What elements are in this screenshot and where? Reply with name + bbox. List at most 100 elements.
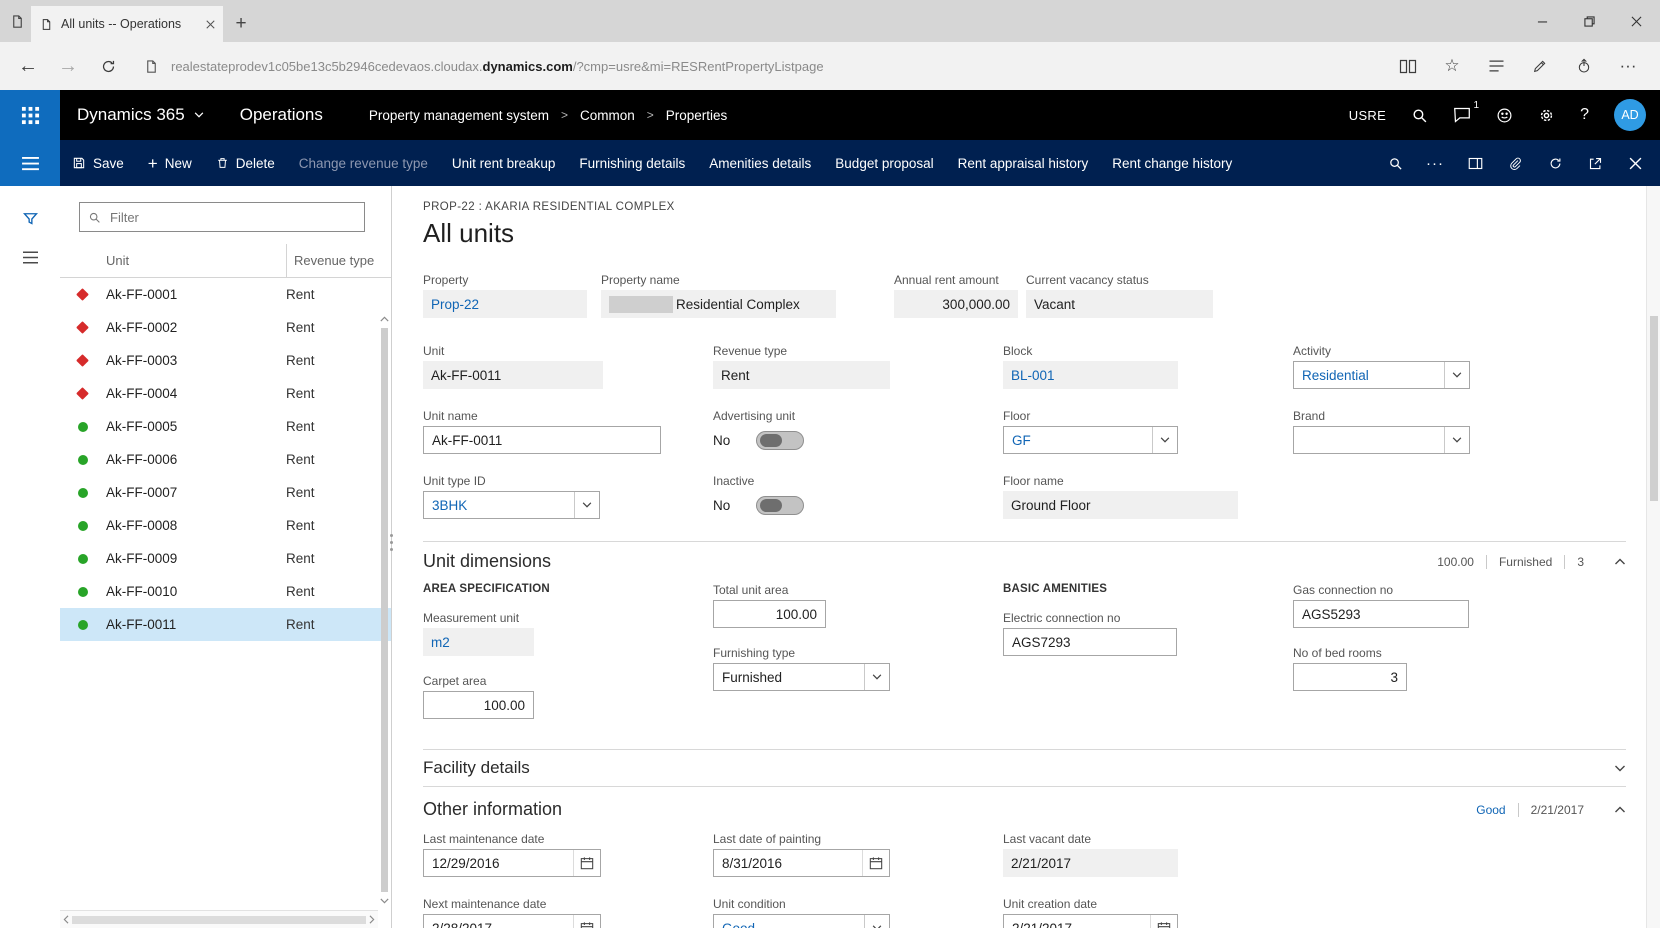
calendar-icon[interactable]	[1150, 915, 1177, 928]
hub-icon[interactable]	[1476, 48, 1516, 84]
chevron-down-icon[interactable]	[864, 664, 889, 690]
section-facility-details-header[interactable]: Facility details	[423, 749, 1626, 787]
total-unit-area-input[interactable]	[713, 600, 826, 628]
task-pane-icon[interactable]	[1458, 146, 1492, 180]
refresh-icon[interactable]	[1538, 146, 1572, 180]
unit-list-row[interactable]: Ak-FF-0004Rent	[60, 377, 391, 410]
chevron-down-icon[interactable]	[574, 492, 599, 518]
column-header-unit[interactable]: Unit	[78, 244, 286, 277]
rent-appraisal-history-button[interactable]: Rent appraisal history	[946, 140, 1101, 186]
chevron-down-icon[interactable]	[864, 915, 889, 928]
forward-button[interactable]: →	[50, 48, 86, 84]
floor-select[interactable]: GF	[1003, 426, 1178, 454]
unit-list-row[interactable]: Ak-FF-0005Rent	[60, 410, 391, 443]
close-button[interactable]	[1613, 0, 1660, 42]
unit-list-row[interactable]: Ak-FF-0003Rent	[60, 344, 391, 377]
feedback-message-icon[interactable]: 1	[1453, 107, 1471, 123]
show-list-icon[interactable]	[21, 250, 40, 265]
breadcrumb-item[interactable]: Property management system	[369, 108, 549, 123]
electric-connection-input[interactable]	[1003, 628, 1177, 656]
unit-list-row[interactable]: Ak-FF-0007Rent	[60, 476, 391, 509]
pane-splitter[interactable]	[388, 532, 395, 553]
share-icon[interactable]	[1564, 48, 1604, 84]
scroll-left-icon[interactable]	[63, 915, 69, 924]
breadcrumb-item[interactable]: Properties	[666, 108, 728, 123]
chevron-down-icon[interactable]	[1614, 765, 1626, 772]
back-button[interactable]: ←	[10, 48, 46, 84]
furnishing-type-select[interactable]: Furnished	[713, 663, 890, 691]
activity-select[interactable]: Residential	[1293, 361, 1470, 389]
chevron-down-icon[interactable]	[1444, 427, 1469, 453]
unit-list-row[interactable]: Ak-FF-0009Rent	[60, 542, 391, 575]
bedrooms-input[interactable]	[1293, 663, 1407, 691]
settings-gear-icon[interactable]	[1538, 107, 1555, 124]
inactive-toggle[interactable]	[756, 496, 804, 515]
new-tab-button[interactable]: +	[223, 6, 259, 42]
help-icon[interactable]: ?	[1580, 106, 1589, 124]
amenities-details-button[interactable]: Amenities details	[697, 140, 823, 186]
scroll-down-icon[interactable]	[380, 894, 389, 908]
url-field[interactable]: realestateprodev1c05be13c5b2946cedevaos.…	[171, 59, 1384, 74]
unit-condition-select[interactable]: Good	[713, 914, 890, 928]
block-value[interactable]: BL-001	[1003, 361, 1178, 389]
minimize-button[interactable]	[1519, 0, 1566, 42]
unit-rent-breakup-button[interactable]: Unit rent breakup	[440, 140, 568, 186]
browser-tab[interactable]: All units -- Operations	[31, 6, 223, 42]
save-button[interactable]: Save	[60, 140, 136, 186]
refresh-button[interactable]	[90, 48, 126, 84]
unit-name-input[interactable]	[423, 426, 661, 454]
module-name[interactable]: Operations	[240, 105, 323, 125]
hamburger-menu-icon[interactable]	[0, 140, 60, 186]
scrollbar-thumb[interactable]	[1650, 316, 1658, 501]
column-header-revenue-type[interactable]: Revenue type	[286, 244, 391, 277]
app-launcher-waffle-icon[interactable]	[0, 90, 60, 140]
brand-select[interactable]	[1293, 426, 1470, 454]
new-button[interactable]: + New	[136, 140, 204, 186]
filter-funnel-icon[interactable]	[21, 210, 40, 228]
main-vertical-scrollbar[interactable]	[1646, 186, 1660, 928]
section-other-information-header[interactable]: Other information Good 2/21/2017	[423, 787, 1626, 826]
chevron-down-icon[interactable]	[1152, 427, 1177, 453]
unit-type-select[interactable]: 3BHK	[423, 491, 600, 519]
delete-button[interactable]: Delete	[204, 140, 287, 186]
property-value[interactable]: Prop-22	[423, 290, 587, 318]
breadcrumb-item[interactable]: Common	[580, 108, 635, 123]
scroll-right-icon[interactable]	[369, 915, 375, 924]
attachments-paperclip-icon[interactable]	[1498, 146, 1532, 180]
calendar-icon[interactable]	[862, 850, 889, 876]
unit-list-row[interactable]: Ak-FF-0010Rent	[60, 575, 391, 608]
open-in-new-window-icon[interactable]	[1578, 146, 1612, 180]
rent-change-history-button[interactable]: Rent change history	[1100, 140, 1244, 186]
favorites-star-icon[interactable]: ☆	[1432, 48, 1472, 84]
more-commands-icon[interactable]: ···	[1418, 146, 1452, 180]
carpet-area-input[interactable]	[423, 691, 534, 719]
unit-list-row[interactable]: Ak-FF-0002Rent	[60, 311, 391, 344]
unit-list-row[interactable]: Ak-FF-0008Rent	[60, 509, 391, 542]
web-note-pen-icon[interactable]	[1520, 48, 1560, 84]
reading-view-icon[interactable]	[1388, 48, 1428, 84]
search-icon[interactable]	[1411, 107, 1428, 124]
list-vertical-scrollbar[interactable]	[378, 312, 391, 908]
tab-close-icon[interactable]	[206, 20, 215, 29]
chevron-up-icon[interactable]	[1614, 806, 1626, 813]
list-horizontal-scrollbar[interactable]	[60, 910, 378, 928]
calendar-icon[interactable]	[573, 850, 600, 876]
scroll-up-icon[interactable]	[380, 312, 389, 326]
budget-proposal-button[interactable]: Budget proposal	[823, 140, 945, 186]
search-icon[interactable]	[1378, 146, 1412, 180]
calendar-icon[interactable]	[573, 915, 600, 928]
restore-button[interactable]	[1566, 0, 1613, 42]
chevron-up-icon[interactable]	[1614, 558, 1626, 565]
app-brand[interactable]: Dynamics 365	[77, 105, 204, 125]
chevron-down-icon[interactable]	[1444, 362, 1469, 388]
site-page-icon[interactable]	[144, 59, 159, 74]
smiley-feedback-icon[interactable]	[1496, 107, 1513, 124]
measurement-unit-value[interactable]: m2	[423, 628, 534, 656]
advertising-unit-toggle[interactable]	[756, 431, 804, 450]
avatar[interactable]: AD	[1614, 99, 1646, 131]
section-unit-dimensions-header[interactable]: Unit dimensions 100.00 Furnished 3	[423, 541, 1626, 581]
furnishing-details-button[interactable]: Furnishing details	[567, 140, 697, 186]
more-options-icon[interactable]: ···	[1608, 48, 1648, 84]
company-picker[interactable]: USRE	[1349, 108, 1386, 123]
change-revenue-type-button[interactable]: Change revenue type	[287, 140, 440, 186]
